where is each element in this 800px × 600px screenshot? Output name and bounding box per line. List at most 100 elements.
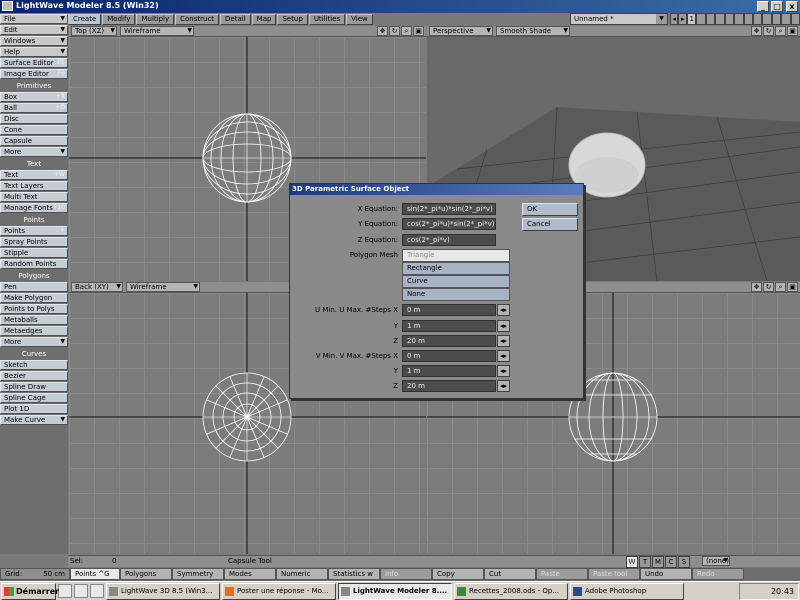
spline-cage-button[interactable]: Spline Cage xyxy=(0,393,68,403)
object-selector[interactable]: Unnamed * ▼ xyxy=(570,13,668,25)
tab-view[interactable]: View xyxy=(346,14,373,25)
surface-editor-button[interactable]: Surface Editor F5 xyxy=(0,58,68,68)
desktop-icon[interactable] xyxy=(74,584,88,598)
selection-map-button[interactable]: S xyxy=(678,556,690,568)
layer-slot[interactable] xyxy=(790,13,800,25)
morph-map-button[interactable]: M xyxy=(652,556,664,568)
layer-slot[interactable] xyxy=(762,13,772,25)
move-view-icon[interactable]: ✥ xyxy=(751,282,762,292)
cone-tool-button[interactable]: Cone xyxy=(0,125,68,135)
more-polygons-button[interactable]: More ▼ xyxy=(0,337,68,347)
v-max-input[interactable]: 1 m xyxy=(402,365,496,377)
mesh-option-curve[interactable]: Curve xyxy=(402,275,510,288)
v-steps-input[interactable]: 20 m xyxy=(402,380,496,392)
more-primitives-button[interactable]: More ▼ xyxy=(0,147,68,157)
v-min-input[interactable]: 0 m xyxy=(402,350,496,362)
layer-slot[interactable] xyxy=(705,13,716,25)
view-type-dropdown[interactable]: Top (XZ) ▼ xyxy=(71,26,117,36)
layer-slot[interactable] xyxy=(743,13,753,25)
rotate-view-icon[interactable]: ↻ xyxy=(763,26,774,36)
task-lightwave-modeler[interactable]: LightWave Modeler 8.... xyxy=(338,582,452,600)
zoom-icon[interactable]: ⌕ xyxy=(775,26,786,36)
v-max-stepper[interactable]: ◂▸ xyxy=(497,365,510,377)
points-tool-button[interactable]: Points + xyxy=(0,226,68,236)
u-steps-stepper[interactable]: ◂▸ xyxy=(497,335,510,347)
help-menu-button[interactable]: Help ▼ xyxy=(0,47,68,57)
clock[interactable]: 20:43 xyxy=(771,587,794,596)
tab-utilities[interactable]: Utilities xyxy=(308,14,346,25)
text-tool-button[interactable]: Text +W xyxy=(0,170,68,180)
v-steps-stepper[interactable]: ◂▸ xyxy=(497,380,510,392)
metaedges-button[interactable]: Metaedges xyxy=(0,326,68,336)
minimize-button[interactable]: _ xyxy=(757,1,769,12)
paste-button[interactable]: Paste xyxy=(536,568,588,580)
move-view-icon[interactable]: ✥ xyxy=(751,26,762,36)
maximize-button[interactable]: □ xyxy=(771,1,783,12)
points-mode-button[interactable]: Points ^G xyxy=(70,568,120,580)
layer-next-button[interactable]: ▸ xyxy=(678,13,687,25)
explorer-icon[interactable] xyxy=(58,584,72,598)
mesh-option-none[interactable]: None xyxy=(402,288,510,301)
modes-button[interactable]: Modes xyxy=(224,568,276,580)
capsule-tool-button[interactable]: Capsule xyxy=(0,136,68,146)
layer-slot[interactable] xyxy=(781,13,791,25)
weight-map-button[interactable]: W xyxy=(626,556,638,568)
zoom-icon[interactable]: ⌕ xyxy=(401,26,412,36)
move-view-icon[interactable]: ✥ xyxy=(377,26,388,36)
task-openoffice[interactable]: Recettes_2008.ods - Op... xyxy=(454,582,568,600)
edit-menu-button[interactable]: Edit ▼ xyxy=(0,25,68,35)
zoom-icon[interactable]: ⌕ xyxy=(775,282,786,292)
browser-icon[interactable] xyxy=(90,584,104,598)
ok-button[interactable]: OK xyxy=(522,203,578,216)
color-map-button[interactable]: C xyxy=(665,556,677,568)
tab-detail[interactable]: Detail xyxy=(220,14,251,25)
view-type-dropdown[interactable]: Perspective ▼ xyxy=(429,26,493,36)
render-mode-dropdown[interactable]: Wireframe ▼ xyxy=(120,26,194,36)
make-polygon-button[interactable]: Make Polygon xyxy=(0,293,68,303)
tab-map[interactable]: Map xyxy=(251,14,277,25)
paste-tool-button[interactable]: Paste tool xyxy=(588,568,640,580)
layer-slot[interactable] xyxy=(752,13,763,25)
bezier-button[interactable]: Bezier xyxy=(0,371,68,381)
metaballs-button[interactable]: Metaballs xyxy=(0,315,68,325)
points-to-polys-button[interactable]: Points to Polys xyxy=(0,304,68,314)
sketch-button[interactable]: Sketch xyxy=(0,360,68,370)
disc-tool-button[interactable]: Disc xyxy=(0,114,68,124)
u-max-input[interactable]: 1 m xyxy=(402,320,496,332)
u-min-input[interactable]: 0 m xyxy=(402,304,496,316)
tab-setup[interactable]: Setup xyxy=(277,14,308,25)
window-title-bar[interactable]: LightWave Modeler 8.5 (Win32) _ □ x xyxy=(0,0,800,13)
render-mode-dropdown[interactable]: Wireframe ▼ xyxy=(126,282,200,292)
z-equation-input[interactable]: cos(2*_pi*v) xyxy=(402,234,496,246)
undo-button[interactable]: Undo xyxy=(640,568,692,580)
statistics-button[interactable]: Statistics w xyxy=(328,568,380,580)
mesh-option-triangle[interactable]: Triangle xyxy=(402,249,510,262)
view-type-dropdown[interactable]: Back (XY) ▼ xyxy=(71,282,123,292)
layer-slot[interactable] xyxy=(715,13,725,25)
u-min-stepper[interactable]: ◂▸ xyxy=(497,304,510,316)
u-max-stepper[interactable]: ◂▸ xyxy=(497,320,510,332)
task-photoshop[interactable]: Adobe Photoshop xyxy=(570,582,684,600)
maximize-view-icon[interactable]: ▣ xyxy=(413,26,424,36)
symmetry-button[interactable]: Symmetry xyxy=(172,568,224,580)
plot-1d-button[interactable]: Plot 1D xyxy=(0,404,68,414)
maximize-view-icon[interactable]: ▣ xyxy=(787,282,798,292)
box-tool-button[interactable]: Box +X xyxy=(0,92,68,102)
file-menu-button[interactable]: File ▼ xyxy=(0,14,68,24)
render-mode-dropdown[interactable]: Smooth Shade ▼ xyxy=(496,26,570,36)
info-button[interactable]: Info xyxy=(380,568,432,580)
layer-prev-button[interactable]: ◂ xyxy=(670,13,679,25)
pen-tool-button[interactable]: Pen xyxy=(0,282,68,292)
cut-button[interactable]: Cut xyxy=(484,568,536,580)
v-min-stepper[interactable]: ◂▸ xyxy=(497,350,510,362)
layer-slot[interactable] xyxy=(696,13,706,25)
y-equation-input[interactable]: cos(2*_pi*u)*sin(2*_pi*v) xyxy=(402,218,496,230)
layer-slot[interactable] xyxy=(734,13,744,25)
rotate-view-icon[interactable]: ↻ xyxy=(763,282,774,292)
redo-button[interactable]: Redo xyxy=(692,568,744,580)
random-points-button[interactable]: Random Points xyxy=(0,259,68,269)
dialog-title[interactable]: 3D Parametric Surface Object xyxy=(290,184,583,195)
image-editor-button[interactable]: Image Editor F6 xyxy=(0,69,68,79)
spline-draw-button[interactable]: Spline Draw xyxy=(0,382,68,392)
cancel-button[interactable]: Cancel xyxy=(522,218,578,231)
